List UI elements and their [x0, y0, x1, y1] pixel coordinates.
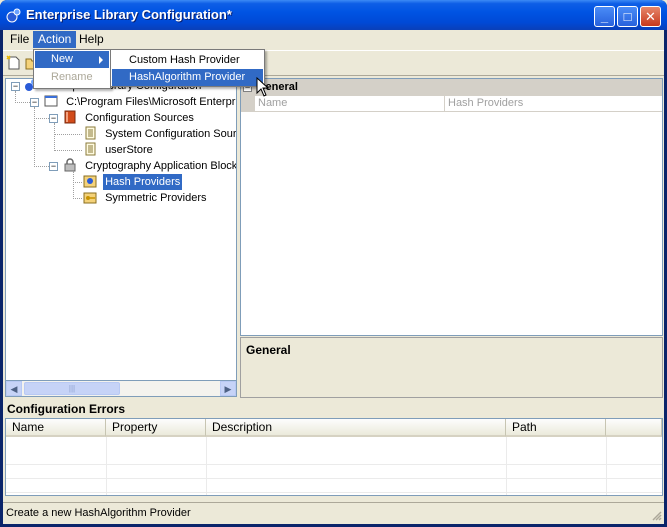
resize-grip-icon[interactable]	[650, 509, 662, 521]
tree-node-label: Configuration Sources	[85, 112, 194, 124]
list-item	[6, 451, 662, 465]
description-panel: General	[240, 337, 663, 398]
close-button[interactable]: ✕	[640, 6, 661, 27]
maximize-icon: □	[623, 9, 632, 24]
mouse-cursor-icon	[256, 77, 270, 97]
status-text: Create a new HashAlgorithm Provider	[6, 507, 191, 519]
tree-node-configuration-sources[interactable]: Configuration Sources	[63, 110, 196, 126]
menu-item-new[interactable]: New	[35, 51, 109, 68]
window-title: Enterprise Library Configuration*	[26, 7, 232, 22]
tree-collapse-toggle[interactable]: −	[49, 114, 58, 123]
property-value[interactable]: Hash Providers	[445, 96, 662, 112]
key-folder-icon	[83, 192, 97, 204]
enterprise-library-icon	[6, 8, 21, 23]
menu-bar: File Action Help	[3, 30, 664, 49]
list-item	[6, 465, 662, 479]
action-menu: New Rename	[33, 49, 111, 89]
tree-node-label: Hash Providers	[103, 174, 183, 190]
title-bar[interactable]: Enterprise Library Configuration* _ □ ✕	[0, 0, 667, 30]
scroll-left-button[interactable]: ◀	[6, 381, 22, 396]
book-icon	[64, 110, 76, 124]
tree-node-label: System Configuration Source	[105, 128, 237, 140]
close-icon: ✕	[645, 9, 656, 24]
client-area: File Action Help − Enterprise Library Co…	[3, 30, 664, 524]
menu-item-custom-hash-provider[interactable]: Custom Hash Provider	[112, 52, 263, 69]
scroll-right-button[interactable]: ▶	[220, 381, 236, 396]
tree-node-label: Cryptography Application Block	[85, 160, 237, 172]
tree-node-hash-providers[interactable]: Hash Providers	[83, 174, 183, 190]
menu-item-hashalgorithm-provider[interactable]: HashAlgorithm Provider	[112, 69, 263, 86]
document-icon	[85, 142, 96, 156]
document-icon	[85, 126, 96, 140]
tree-horizontal-scrollbar[interactable]: ◀ ||| ▶	[5, 380, 237, 397]
submenu-arrow-icon	[99, 56, 103, 64]
property-category[interactable]: − General	[241, 79, 662, 96]
lock-icon	[64, 158, 76, 172]
property-row[interactable]: Name Hash Providers	[241, 96, 662, 112]
menu-item-label: Custom Hash Provider	[129, 54, 240, 66]
minimize-button[interactable]: _	[594, 6, 615, 27]
menu-file[interactable]: File	[5, 31, 34, 48]
property-name: Name	[255, 96, 445, 112]
tree-node-cryptography-block[interactable]: Cryptography Application Block	[63, 158, 237, 174]
menu-action[interactable]: Action	[33, 31, 77, 48]
tree-node-userstore[interactable]: userStore	[83, 142, 155, 158]
tree-node-label: Symmetric Providers	[105, 192, 207, 204]
new-document-icon[interactable]	[6, 55, 22, 71]
tree-node-system-configuration-source[interactable]: System Configuration Source	[83, 126, 237, 142]
column-header-name[interactable]: Name	[6, 419, 106, 437]
configuration-errors-label: Configuration Errors	[7, 402, 126, 416]
scroll-thumb[interactable]: |||	[24, 382, 120, 395]
maximize-button[interactable]: □	[617, 6, 638, 27]
tree-node-label: userStore	[105, 144, 153, 156]
menu-item-rename[interactable]: Rename	[35, 69, 109, 86]
menu-item-label: HashAlgorithm Provider	[129, 71, 246, 83]
column-header-path[interactable]: Path	[506, 419, 606, 437]
hash-providers-icon	[83, 175, 97, 188]
property-grid[interactable]: − General Name Hash Providers	[240, 78, 663, 336]
menu-help[interactable]: Help	[74, 31, 109, 48]
minimize-icon: _	[600, 9, 609, 24]
tree-collapse-toggle[interactable]: −	[11, 82, 20, 91]
tree-node-symmetric-providers[interactable]: Symmetric Providers	[83, 190, 209, 206]
description-title: General	[246, 343, 291, 357]
menu-item-label: New	[51, 53, 74, 65]
tree-collapse-toggle[interactable]: −	[30, 98, 39, 107]
tree-view[interactable]: − Enterprise Library Configuration − C:\…	[5, 78, 237, 396]
application-icon	[44, 95, 58, 107]
tree-node-label: C:\Program Files\Microsoft Enterpris	[66, 96, 237, 108]
tree-collapse-toggle[interactable]: −	[49, 162, 58, 171]
new-submenu: Custom Hash Provider HashAlgorithm Provi…	[110, 49, 265, 87]
status-bar: Create a new HashAlgorithm Provider	[3, 502, 664, 523]
configuration-errors-list[interactable]: Name Property Description Path	[5, 418, 663, 496]
app-window: Enterprise Library Configuration* _ □ ✕ …	[0, 0, 667, 527]
column-header-property[interactable]: Property	[106, 419, 206, 437]
list-item	[6, 479, 662, 493]
column-header-description[interactable]: Description	[206, 419, 506, 437]
column-header-filler	[606, 419, 662, 437]
menu-item-label: Rename	[51, 71, 93, 83]
tree-node-application[interactable]: C:\Program Files\Microsoft Enterpris	[44, 94, 237, 110]
